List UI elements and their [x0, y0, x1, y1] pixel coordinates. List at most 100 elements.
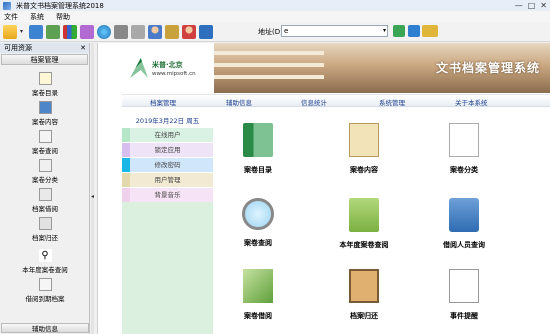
checklist-icon: [449, 123, 479, 157]
quick-item-lock-app[interactable]: 锁定应用: [122, 143, 213, 157]
key-icon[interactable]: [165, 24, 179, 39]
sidebar-title: 可用资源: [4, 44, 32, 52]
sidebar-item-label: 案卷目录: [32, 89, 58, 97]
minimize-button[interactable]: —: [515, 1, 523, 10]
sidebar-splitter[interactable]: ◂: [91, 43, 94, 334]
close-icon[interactable]: ✕: [80, 43, 86, 53]
menu-system[interactable]: 系统: [30, 12, 44, 22]
favorites-icon[interactable]: [422, 25, 438, 37]
scan-icon[interactable]: [131, 24, 145, 39]
person-icon[interactable]: [182, 24, 196, 39]
menu-file[interactable]: 文件: [4, 12, 18, 22]
sidebar-item-label: 案卷查阅: [32, 147, 58, 155]
item-strip: [122, 143, 130, 157]
quick-item-label: 背景音乐: [154, 191, 181, 199]
menu-bar: 文件 系统 帮助: [0, 11, 550, 22]
quick-item-user-management[interactable]: 用户管理: [122, 173, 213, 187]
tile-lookup[interactable]: 案卷查阅: [218, 198, 298, 248]
menu-help[interactable]: 帮助: [56, 12, 70, 22]
sidebar-item-borrow[interactable]: 档案借阅: [0, 188, 90, 213]
tile-catalog[interactable]: 案卷目录: [218, 123, 298, 175]
address-value: e: [284, 27, 289, 35]
magnifier-icon: [242, 198, 274, 230]
quick-item-label: 锁定应用: [154, 146, 181, 154]
nav-bar: 档案管理 辅助信息 信息统计 系统管理 关于本系统: [122, 94, 550, 107]
banner-photo: 文书档案管理系统: [214, 43, 550, 93]
window-controls: — □ ✕: [515, 1, 547, 10]
sidebar-item-content[interactable]: 案卷内容: [0, 101, 90, 126]
title-bar: 米普文书档案管理系统2018 — □ ✕: [0, 0, 550, 11]
folder-search-icon: [349, 198, 379, 232]
tile-label: 借阅人员查询: [443, 241, 485, 249]
sidebar-section[interactable]: 档案管理: [1, 54, 88, 65]
tile-borrow[interactable]: 案卷借阅: [218, 269, 298, 321]
maximize-button[interactable]: □: [528, 1, 536, 10]
sidebar-item-lookup[interactable]: 案卷查阅: [0, 130, 90, 155]
chevron-down-icon[interactable]: ▾: [383, 26, 386, 36]
nav-about[interactable]: 关于本系统: [455, 97, 488, 107]
open-folder-icon[interactable]: [3, 24, 17, 39]
sidebar-item-label: 档案归还: [32, 234, 58, 242]
address-input[interactable]: e ▾: [281, 25, 388, 37]
sidebar-item-label: 本年度案卷查阅: [22, 266, 68, 274]
sidebar-item-label: 案卷内容: [32, 118, 58, 126]
quick-item-background-music[interactable]: 背景音乐: [122, 188, 213, 202]
tile-label: 案卷内容: [350, 166, 378, 174]
user-icon[interactable]: [148, 24, 162, 39]
grid-icon[interactable]: [29, 24, 43, 39]
tile-label: 案卷目录: [244, 166, 272, 174]
globe-icon[interactable]: [97, 24, 111, 39]
list-icon[interactable]: [46, 24, 60, 39]
nav-archive-management[interactable]: 档案管理: [150, 97, 176, 107]
logo-url: www.mipsoft.cn: [152, 71, 196, 77]
current-date: 2019年3月22日 周五: [135, 117, 200, 125]
year-lookup-icon: ⚲: [38, 249, 52, 262]
sidebar-item-category[interactable]: 案卷分类: [0, 159, 90, 184]
dropdown-icon[interactable]: ▾: [20, 25, 25, 39]
print-icon[interactable]: [114, 24, 128, 39]
tile-return[interactable]: 档案归还: [324, 269, 404, 321]
shelf-decoration: [214, 63, 324, 67]
sidebar-bottom-section[interactable]: 辅助信息: [1, 323, 89, 333]
catalog-icon: [38, 72, 52, 85]
tile-label: 案卷借阅: [244, 312, 272, 320]
tile-year-lookup[interactable]: 本年度案卷查阅: [324, 198, 404, 250]
go-icon[interactable]: [393, 25, 405, 37]
book-icon: [243, 123, 273, 157]
tile-content[interactable]: 案卷内容: [324, 123, 404, 175]
tile-category[interactable]: 案卷分类: [424, 123, 504, 175]
quick-panel: 2019年3月22日 周五 在线用户 锁定应用 修改密码 用户管理 背景音乐: [122, 109, 213, 334]
sidebar-item-return[interactable]: 档案归还: [0, 217, 90, 242]
exit-icon[interactable]: [199, 24, 213, 39]
app-icon: [3, 1, 11, 10]
refresh-icon[interactable]: [408, 25, 420, 37]
quick-item-change-password[interactable]: 修改密码: [122, 158, 213, 172]
collapse-arrow-icon[interactable]: ◂: [91, 193, 94, 200]
sidebar-item-year-lookup[interactable]: ⚲ 本年度案卷查阅: [0, 249, 90, 274]
nav-statistics[interactable]: 信息统计: [301, 97, 327, 107]
tile-label: 案卷查阅: [244, 239, 272, 247]
close-button[interactable]: ✕: [540, 1, 547, 10]
quick-item-label: 修改密码: [154, 161, 181, 169]
function-grid: 案卷目录 案卷内容 案卷分类 案卷查阅 本年度案卷查阅 借阅人员查询 案卷借阅 …: [213, 109, 550, 334]
item-strip: [122, 188, 130, 202]
nav-auxiliary-info[interactable]: 辅助信息: [226, 97, 252, 107]
tile-label: 事件提醒: [450, 312, 478, 320]
cube-icon[interactable]: [80, 24, 94, 39]
sidebar-item-catalog[interactable]: 案卷目录: [0, 72, 90, 97]
chart-icon[interactable]: [63, 24, 77, 39]
tile-label: 案卷分类: [450, 166, 478, 174]
calendar-icon: [449, 269, 479, 303]
address-label: 地址(D): [258, 28, 283, 36]
borrow-icon: [38, 188, 52, 201]
sidebar-item-due[interactable]: 借阅到期档案: [0, 278, 90, 303]
tile-event-reminder[interactable]: 事件提醒: [424, 269, 504, 321]
shelf-decoration: [214, 75, 324, 79]
clipboard-icon: [349, 269, 379, 303]
item-strip: [122, 158, 130, 172]
quick-item-online-users[interactable]: 在线用户: [122, 128, 213, 142]
tile-borrower-query[interactable]: 借阅人员查询: [424, 198, 504, 250]
tile-label: 本年度案卷查阅: [339, 241, 389, 249]
nav-system-management[interactable]: 系统管理: [379, 97, 405, 107]
sidebar-item-label: 档案借阅: [32, 205, 58, 213]
